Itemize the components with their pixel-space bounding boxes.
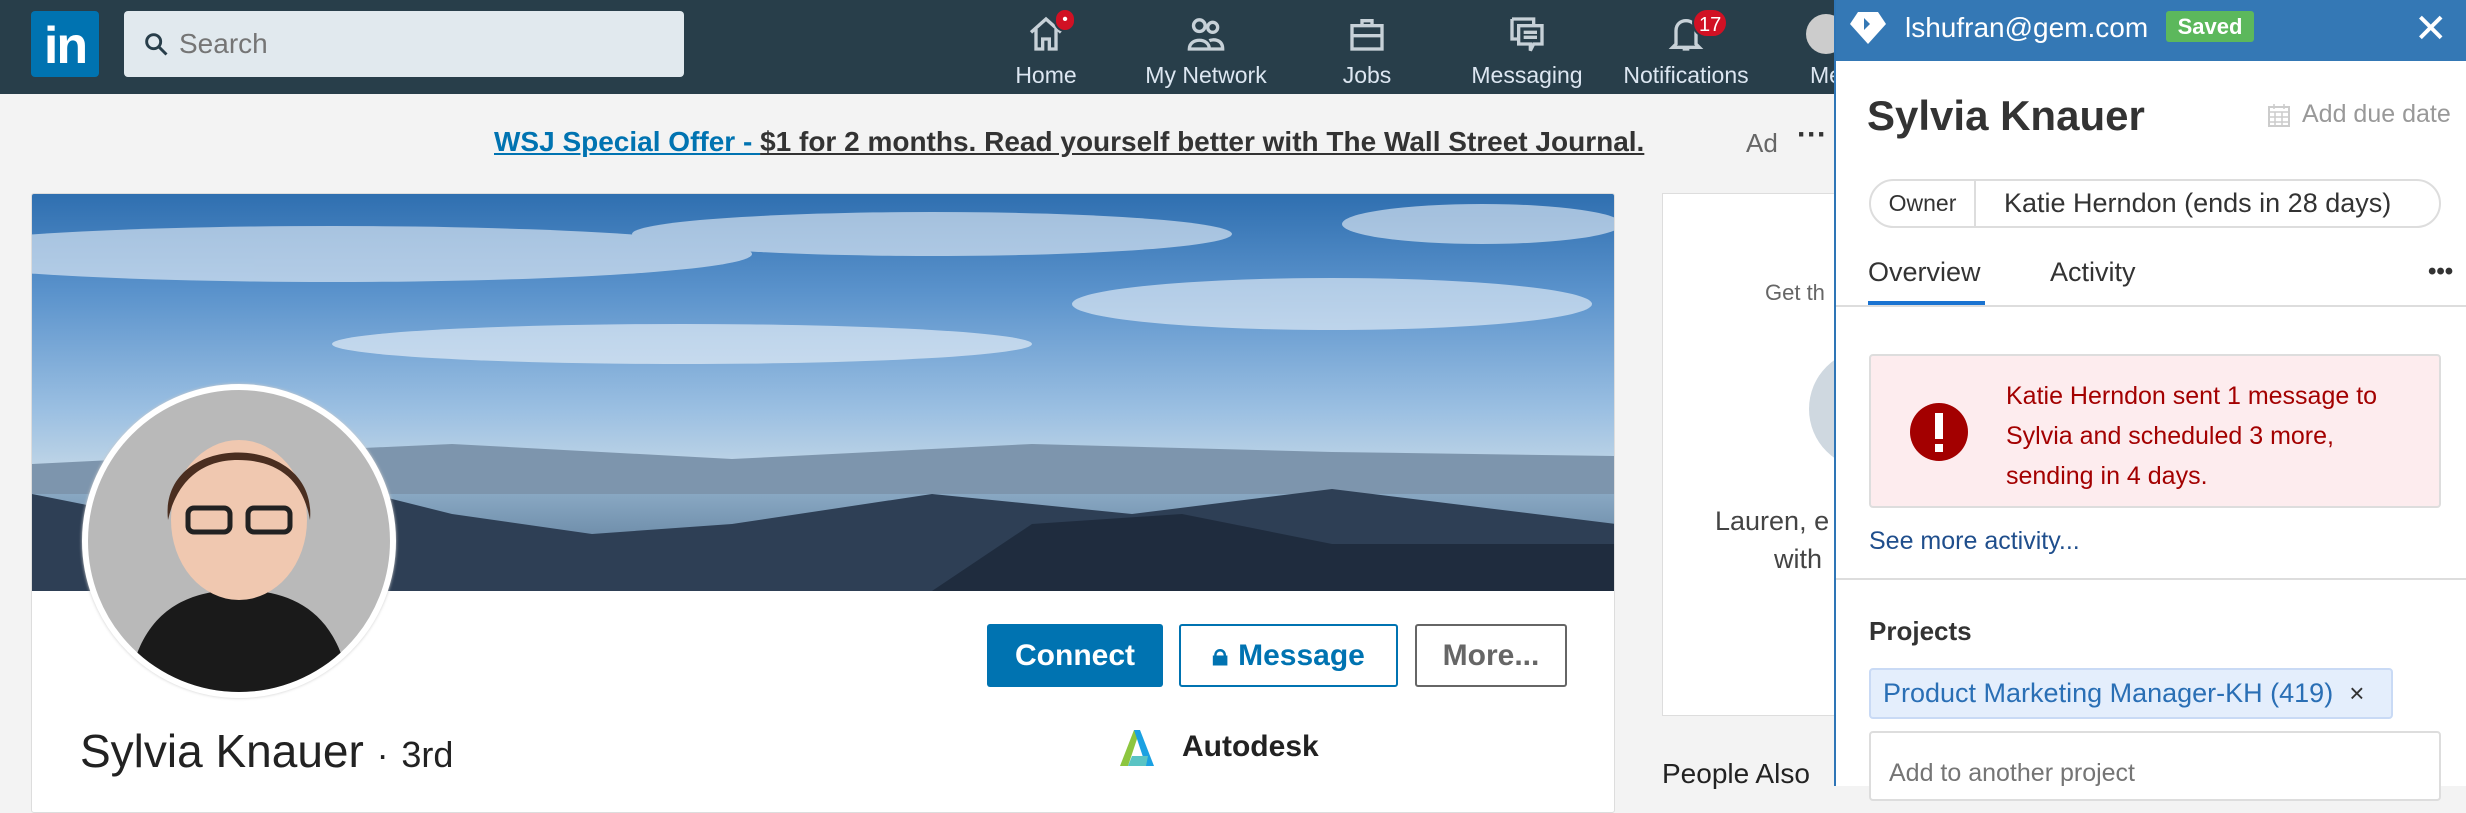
project-chip[interactable]: Product Marketing Manager-KH (419) × xyxy=(1869,668,2393,719)
nav-messaging[interactable]: Messaging xyxy=(1447,8,1607,88)
nav-label: Jobs xyxy=(1342,62,1392,88)
network-icon xyxy=(1187,18,1225,51)
see-more-activity-link[interactable]: See more activity... xyxy=(1869,527,2080,556)
nav-label: Notifications xyxy=(1623,62,1749,88)
user-email: lshufran@gem.com xyxy=(1905,12,2149,43)
exclamation-icon xyxy=(1910,403,1968,461)
ad-banner: WSJ Special Offer - $1 for 2 months. Rea… xyxy=(494,126,1644,158)
profile-avatar[interactable] xyxy=(82,384,396,698)
more-button[interactable]: More... xyxy=(1415,624,1567,687)
owner-selector[interactable]: Owner Katie Herndon (ends in 28 days) xyxy=(1869,179,2441,228)
project-name: Product Marketing Manager-KH (419) xyxy=(1883,678,2334,708)
message-button[interactable]: 🔒︎ Message xyxy=(1179,624,1398,687)
remove-project-icon[interactable]: × xyxy=(2349,678,2364,709)
linkedin-logo[interactable]: in xyxy=(31,11,99,77)
nav-me[interactable]: Me xyxy=(1766,8,1834,88)
nav-label: Home xyxy=(1015,62,1077,88)
add-due-date-button[interactable]: Add due date xyxy=(2268,100,2451,129)
lock-icon: 🔒︎ xyxy=(1212,638,1229,672)
add-project-input[interactable] xyxy=(1869,731,2441,801)
separator: · xyxy=(376,734,389,775)
nav-label: Me xyxy=(1810,62,1834,88)
owner-value: Katie Herndon (ends in 28 days) xyxy=(2004,188,2392,218)
connect-button[interactable]: Connect xyxy=(987,624,1163,687)
nav-label: My Network xyxy=(1145,62,1267,88)
nav-my-network[interactable]: My Network xyxy=(1126,8,1286,88)
nav-home[interactable]: • Home xyxy=(966,8,1126,88)
gem-logo-icon xyxy=(1850,12,1886,44)
messaging-icon xyxy=(1510,17,1544,52)
company-name: Autodesk xyxy=(1182,730,1319,763)
autodesk-logo-icon xyxy=(1120,730,1154,766)
connection-degree: 3rd xyxy=(401,734,454,775)
search-input[interactable] xyxy=(124,11,684,77)
ad-text[interactable]: $1 for 2 months. Read yourself better wi… xyxy=(760,126,1644,157)
people-also-viewed-heading: People Also xyxy=(1662,758,1810,789)
profile-card: Connect 🔒︎ Message More... Sylvia Knauer … xyxy=(31,193,1615,813)
saved-badge: Saved xyxy=(2166,11,2254,42)
profile-name: Sylvia Knauer · 3rd xyxy=(80,724,453,778)
side-text: with xyxy=(1774,544,1823,574)
avatar-icon xyxy=(1806,14,1834,54)
search-icon xyxy=(145,33,168,56)
more-options-icon[interactable]: ••• xyxy=(2428,258,2453,286)
projects-heading: Projects xyxy=(1869,616,1972,646)
tab-divider xyxy=(1836,305,2466,307)
candidate-name: Sylvia Knauer xyxy=(1867,92,2145,139)
tab-activity[interactable]: Activity xyxy=(2050,257,2136,288)
section-divider xyxy=(1836,578,2466,580)
name-text: Sylvia Knauer xyxy=(80,725,364,777)
ad-label: Ad xyxy=(1746,128,1778,158)
nav-label: Messaging xyxy=(1471,62,1583,88)
calendar-icon xyxy=(2268,103,2290,127)
alert-text: Katie Herndon sent 1 message to Sylvia a… xyxy=(2006,382,2378,490)
message-label: Message xyxy=(1238,638,1365,672)
briefcase-icon xyxy=(1350,19,1384,51)
sequence-alert: Katie Herndon sent 1 message to Sylvia a… xyxy=(1869,354,2441,508)
nav-notifications[interactable]: 17 Notifications xyxy=(1606,8,1766,88)
side-text: Get th xyxy=(1765,280,1825,305)
ad-more-button[interactable]: ··· xyxy=(1797,118,1827,152)
due-date-label: Add due date xyxy=(2302,100,2451,128)
side-text: Lauren, e xyxy=(1715,506,1830,536)
current-company[interactable]: Autodesk xyxy=(1118,728,1319,766)
panel-header: lshufran@gem.com Saved ✕ xyxy=(1836,0,2466,61)
notifications-badge: 17 xyxy=(1692,8,1729,38)
nav-jobs[interactable]: Jobs xyxy=(1287,8,1447,88)
close-icon[interactable]: ✕ xyxy=(2414,6,2448,52)
gem-panel: lshufran@gem.com Saved ✕ Sylvia Knauer A… xyxy=(1834,0,2466,801)
tab-overview[interactable]: Overview xyxy=(1868,257,1981,288)
home-badge: • xyxy=(1054,8,1076,32)
owner-label: Owner xyxy=(1871,181,1976,226)
ad-link[interactable]: WSJ Special Offer - xyxy=(494,126,760,157)
